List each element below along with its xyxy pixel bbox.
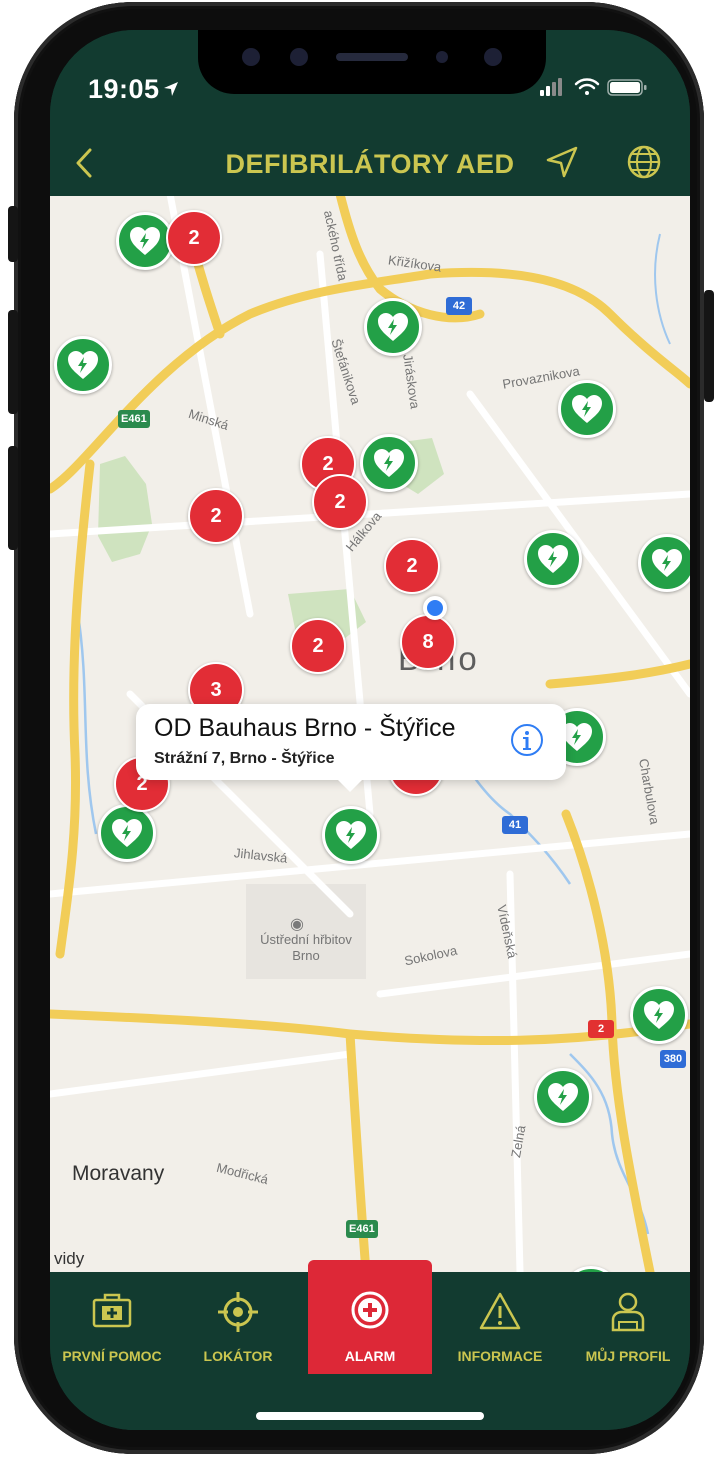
alarm-plus-icon bbox=[308, 1288, 432, 1332]
aed-marker-icon[interactable] bbox=[524, 530, 582, 588]
tab-label: ALARM bbox=[344, 1348, 396, 1364]
page-title: DEFIBRILÁTORY AED bbox=[225, 149, 515, 179]
navigation-bar: DEFIBRILÁTORY AED bbox=[50, 126, 690, 196]
tab-label: MŮJ PROFIL bbox=[585, 1348, 671, 1364]
user-location-dot bbox=[423, 596, 447, 620]
phone-screen: Křižíkova Štefánikova Provaznikova Minsk… bbox=[50, 30, 690, 1430]
tab-label: PRVNÍ POMOC bbox=[62, 1348, 162, 1364]
road-shield: 41 bbox=[502, 816, 528, 834]
aed-marker-icon[interactable] bbox=[54, 336, 112, 394]
aed-callout[interactable]: OD Bauhaus Brno - Štýřice Strážní 7, Brn… bbox=[136, 704, 566, 792]
place-label-cemetery: Ústřední hřbitov Brno bbox=[260, 932, 352, 963]
aed-marker-icon[interactable] bbox=[638, 534, 690, 592]
status-bar: 19:05 bbox=[50, 30, 690, 140]
side-button-volume-up bbox=[8, 310, 18, 414]
road-shield: E461 bbox=[118, 410, 150, 428]
aed-marker-icon[interactable] bbox=[558, 380, 616, 438]
callout-pointer bbox=[336, 778, 364, 792]
cemetery-marker-icon: ◉ bbox=[290, 916, 304, 933]
road-shield: 380 bbox=[660, 1050, 686, 1068]
status-icons bbox=[540, 76, 650, 103]
cluster-marker[interactable]: 2 bbox=[166, 210, 222, 266]
status-time: 19:05 bbox=[88, 74, 160, 104]
home-indicator[interactable] bbox=[256, 1412, 484, 1420]
tab-first-aid[interactable]: PRVNÍ POMOC bbox=[50, 1272, 174, 1382]
side-button-mute bbox=[8, 206, 18, 262]
target-locator-icon bbox=[174, 1290, 302, 1334]
info-icon[interactable] bbox=[510, 723, 544, 762]
location-arrow-button-icon[interactable] bbox=[544, 144, 580, 185]
battery-icon bbox=[607, 79, 647, 96]
tab-information[interactable]: INFORMACE bbox=[438, 1272, 562, 1382]
tab-bar: PRVNÍ POMOC LOKÁTOR ALARM INFORMACE MŮJ … bbox=[50, 1260, 690, 1430]
tab-my-profile[interactable]: MŮJ PROFIL bbox=[566, 1272, 690, 1382]
cluster-marker[interactable]: 2 bbox=[290, 618, 346, 674]
callout-subtitle: Strážní 7, Brno - Štýřice bbox=[154, 750, 335, 767]
map-legal-link[interactable]: vidy bbox=[54, 1249, 84, 1269]
warning-triangle-icon bbox=[438, 1290, 562, 1334]
aed-marker-icon[interactable] bbox=[630, 986, 688, 1044]
road-shield: 42 bbox=[446, 297, 472, 315]
place-label-moravany: Moravany bbox=[72, 1162, 165, 1185]
map-view[interactable]: Křižíkova Štefánikova Provaznikova Minsk… bbox=[50, 194, 690, 1272]
road-shield: E461 bbox=[346, 1220, 378, 1238]
wifi-icon bbox=[574, 78, 600, 95]
cluster-marker[interactable]: 8 bbox=[400, 614, 456, 670]
cluster-marker[interactable]: 2 bbox=[188, 488, 244, 544]
tab-label: LOKÁTOR bbox=[203, 1348, 273, 1364]
road-shield: 2 bbox=[588, 1020, 614, 1038]
side-button-volume-down bbox=[8, 446, 18, 550]
globe-icon[interactable] bbox=[626, 144, 662, 185]
callout-title: OD Bauhaus Brno - Štýřice bbox=[154, 714, 456, 742]
side-button-power bbox=[704, 290, 714, 402]
aed-marker-icon[interactable] bbox=[360, 434, 418, 492]
profile-icon bbox=[566, 1290, 690, 1334]
aed-marker-icon[interactable] bbox=[322, 806, 380, 864]
first-aid-kit-icon bbox=[50, 1290, 174, 1334]
location-arrow-icon bbox=[164, 82, 178, 96]
aed-marker-icon[interactable] bbox=[534, 1068, 592, 1126]
aed-marker-icon[interactable] bbox=[364, 298, 422, 356]
tab-label: INFORMACE bbox=[457, 1348, 543, 1364]
tab-locator[interactable]: LOKÁTOR bbox=[174, 1272, 302, 1382]
cluster-marker[interactable]: 2 bbox=[312, 474, 368, 530]
aed-marker-icon[interactable] bbox=[98, 804, 156, 862]
cluster-marker[interactable]: 2 bbox=[384, 538, 440, 594]
notch bbox=[198, 30, 546, 94]
tab-alarm[interactable]: ALARM bbox=[308, 1260, 432, 1374]
signal-icon bbox=[540, 78, 562, 96]
